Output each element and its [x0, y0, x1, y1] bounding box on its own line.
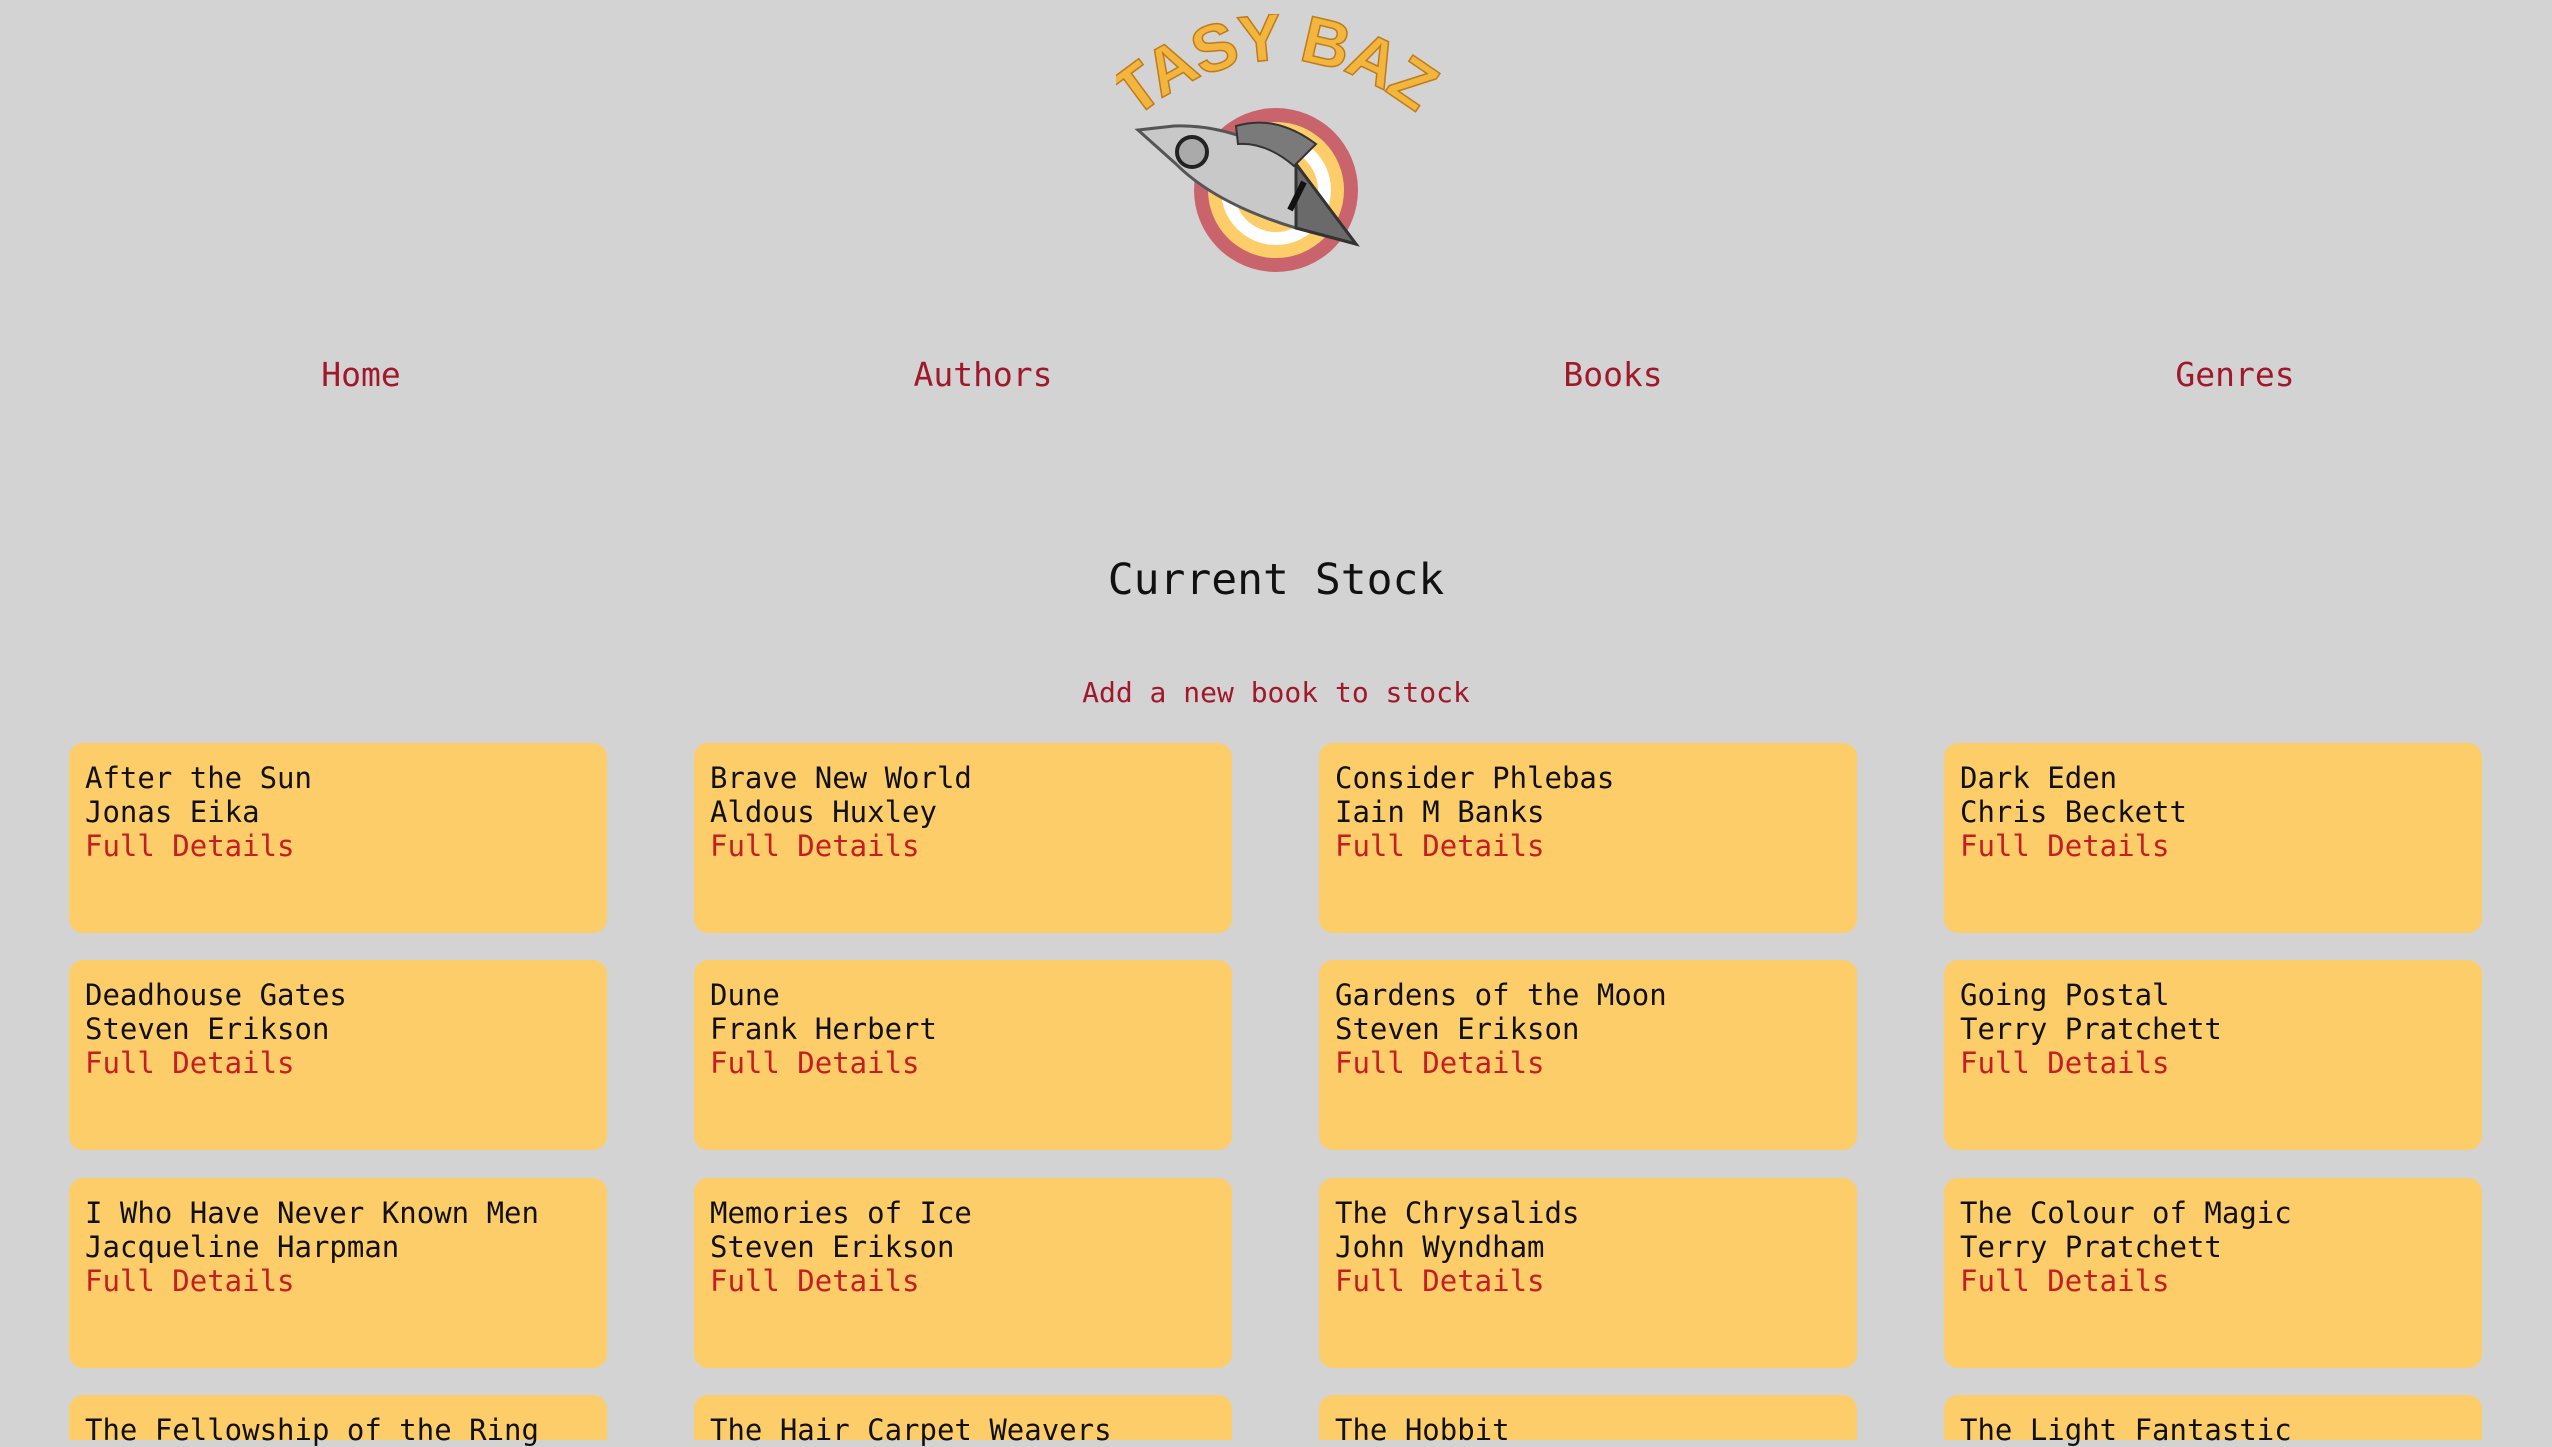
book-title: Consider Phlebas: [1335, 761, 1615, 795]
book-author: Frank Herbert: [710, 1012, 937, 1046]
book-card: The Light Fantastic: [1944, 1395, 2482, 1447]
book-author: Steven Erikson: [1335, 1012, 1580, 1046]
nav-genres[interactable]: Genres: [2175, 355, 2294, 394]
page-title: Current Stock: [1107, 555, 1445, 605]
book-author: Chris Beckett: [1960, 795, 2187, 829]
book-card: The Hobbit: [1319, 1395, 1857, 1447]
book-card: Brave New World Aldous Huxley Full Detai…: [694, 743, 1232, 933]
full-details-link[interactable]: Full Details: [710, 1046, 1216, 1080]
full-details-link[interactable]: Full Details: [1960, 1046, 2466, 1080]
book-card: The Colour of Magic Terry Pratchett Full…: [1944, 1178, 2482, 1368]
book-title: The Hair Carpet Weavers: [710, 1413, 1112, 1447]
nav-home[interactable]: Home: [321, 355, 400, 394]
book-author: Iain M Banks: [1335, 795, 1545, 829]
book-title: Memories of Ice: [710, 1196, 972, 1230]
full-details-link[interactable]: Full Details: [710, 829, 1216, 863]
book-title: Deadhouse Gates: [85, 978, 347, 1012]
book-card: Dune Frank Herbert Full Details: [694, 960, 1232, 1150]
full-details-link[interactable]: Full Details: [710, 1264, 1216, 1298]
book-author: Terry Pratchett: [1960, 1230, 2222, 1264]
book-author: Steven Erikson: [710, 1230, 955, 1264]
full-details-link[interactable]: Full Details: [1960, 829, 2466, 863]
book-author: Steven Erikson: [85, 1012, 330, 1046]
book-card: Going Postal Terry Pratchett Full Detail…: [1944, 960, 2482, 1150]
book-title: Going Postal: [1960, 978, 2170, 1012]
book-title: The Light Fantastic: [1960, 1413, 2292, 1447]
full-details-link[interactable]: Full Details: [1335, 1264, 1841, 1298]
book-card: Deadhouse Gates Steven Erikson Full Deta…: [69, 960, 607, 1150]
book-card: Consider Phlebas Iain M Banks Full Detai…: [1319, 743, 1857, 933]
book-card: After the Sun Jonas Eika Full Details: [69, 743, 607, 933]
site-logo[interactable]: FANTASY BAZAAR: [1116, 14, 1442, 284]
full-details-link[interactable]: Full Details: [1960, 1264, 2466, 1298]
full-details-link[interactable]: Full Details: [85, 1046, 591, 1080]
book-author: Jacqueline Harpman: [85, 1230, 400, 1264]
book-title: Dark Eden: [1960, 761, 2118, 795]
add-book-link[interactable]: Add a new book to stock: [0, 676, 2552, 709]
book-title: I Who Have Never Known Men: [85, 1196, 539, 1230]
main-nav: Home Authors Books Genres: [0, 355, 2552, 405]
book-author: Aldous Huxley: [710, 795, 937, 829]
book-card: I Who Have Never Known Men Jacqueline Ha…: [69, 1178, 607, 1368]
full-details-link[interactable]: Full Details: [85, 829, 591, 863]
nav-books[interactable]: Books: [1563, 355, 1662, 394]
book-title: Dune: [710, 978, 780, 1012]
book-card: The Hair Carpet Weavers: [694, 1395, 1232, 1447]
book-title: The Hobbit: [1335, 1413, 1510, 1447]
book-title: After the Sun: [85, 761, 312, 795]
book-card: Dark Eden Chris Beckett Full Details: [1944, 743, 2482, 933]
book-author: Terry Pratchett: [1960, 1012, 2222, 1046]
book-title: Brave New World: [710, 761, 972, 795]
full-details-link[interactable]: Full Details: [1335, 829, 1841, 863]
book-title: The Fellowship of the Ring: [85, 1413, 539, 1447]
full-details-link[interactable]: Full Details: [85, 1264, 591, 1298]
book-title: The Chrysalids: [1335, 1196, 1580, 1230]
book-author: Jonas Eika: [85, 795, 260, 829]
book-author: John Wyndham: [1335, 1230, 1545, 1264]
book-title: Gardens of the Moon: [1335, 978, 1667, 1012]
book-card: The Fellowship of the Ring: [69, 1395, 607, 1447]
full-details-link[interactable]: Full Details: [1335, 1046, 1841, 1080]
book-card: Gardens of the Moon Steven Erikson Full …: [1319, 960, 1857, 1150]
book-card: The Chrysalids John Wyndham Full Details: [1319, 1178, 1857, 1368]
book-card: Memories of Ice Steven Erikson Full Deta…: [694, 1178, 1232, 1368]
book-title: The Colour of Magic: [1960, 1196, 2292, 1230]
nav-authors[interactable]: Authors: [913, 355, 1052, 394]
